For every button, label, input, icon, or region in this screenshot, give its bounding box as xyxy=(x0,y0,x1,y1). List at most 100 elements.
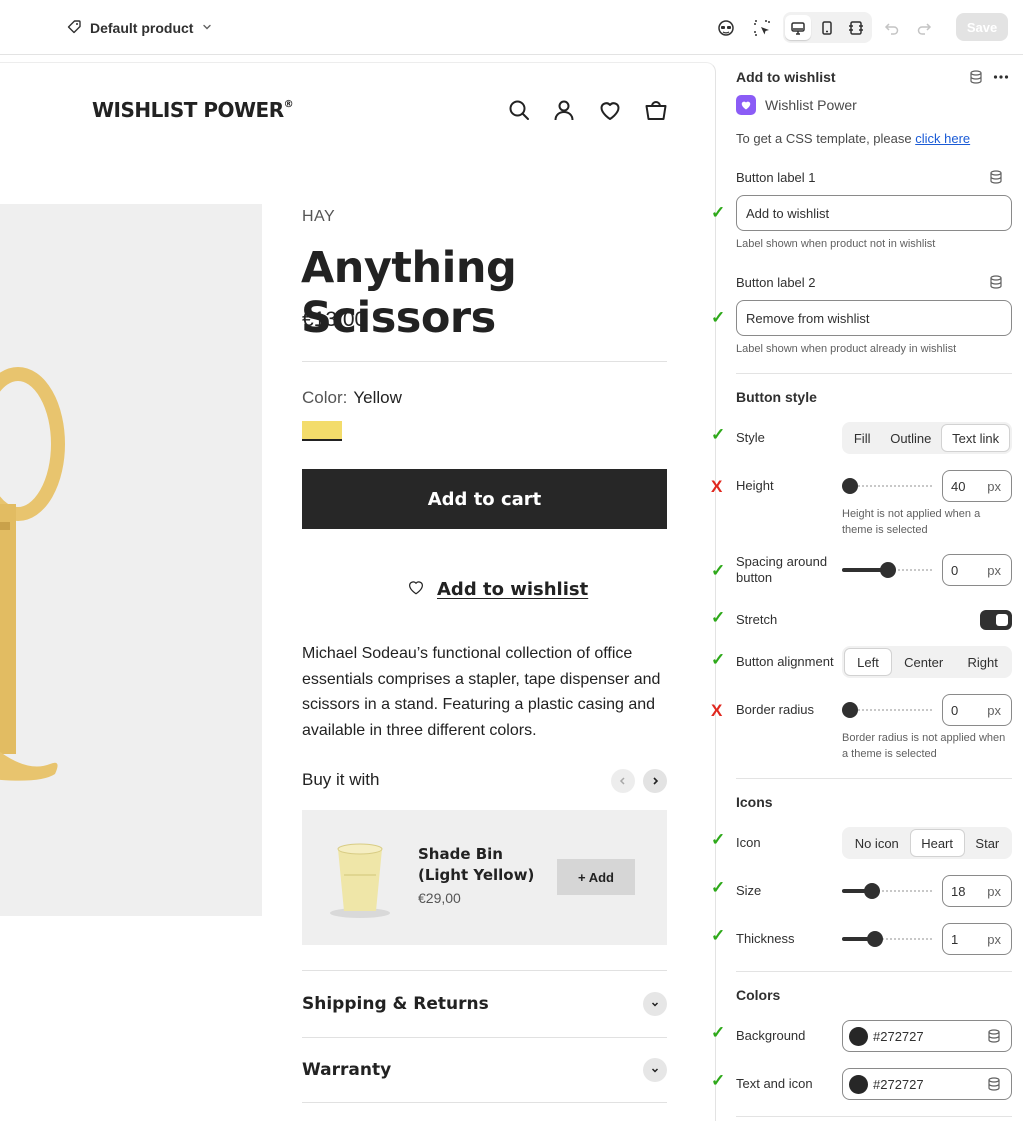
color-swatch[interactable] xyxy=(849,1075,868,1094)
button-label-2-help: Label shown when product already in wish… xyxy=(736,343,957,355)
icon-size-input[interactable]: 18 px xyxy=(942,875,1012,907)
icon-thickness-input[interactable]: 1 px xyxy=(942,923,1012,955)
icon-option-heart[interactable]: Heart xyxy=(909,829,965,857)
spacing-value: 0 xyxy=(951,563,959,578)
border-radius-slider[interactable] xyxy=(842,702,934,718)
slider-handle[interactable] xyxy=(842,702,858,718)
slider-handle[interactable] xyxy=(867,931,883,947)
desktop-icon[interactable] xyxy=(785,15,811,40)
carousel-next-button[interactable] xyxy=(643,769,667,793)
invalid-x-mark: X xyxy=(711,701,723,720)
stretch-label: Stretch xyxy=(736,612,778,627)
chevron-down-icon xyxy=(643,991,667,1016)
recommended-product-image[interactable] xyxy=(318,835,396,920)
button-label-1-input[interactable]: Add to wishlist xyxy=(736,195,1012,231)
button-label-1-help: Label shown when product not in wishlist xyxy=(736,238,936,250)
click-here-link[interactable]: click here xyxy=(915,131,970,146)
product-description: Michael Sodeau’s functional collection o… xyxy=(302,645,661,739)
alignment-option-right[interactable]: Right xyxy=(955,648,1010,676)
color-option-value: Yellow xyxy=(353,388,402,407)
border-radius-input[interactable]: 0 px xyxy=(942,694,1012,726)
add-to-wishlist-button[interactable]: Add to wishlist xyxy=(407,578,588,601)
database-icon[interactable] xyxy=(969,70,983,84)
add-to-cart-button[interactable]: Add to cart xyxy=(302,469,667,529)
inspector-icon[interactable] xyxy=(713,15,739,41)
css-template-note: To get a CSS template, please click here xyxy=(736,131,970,146)
select-element-icon[interactable] xyxy=(749,15,775,41)
spacing-slider[interactable] xyxy=(842,562,934,578)
icon-size-slider[interactable] xyxy=(842,883,934,899)
style-option-text-link[interactable]: Text link xyxy=(941,424,1010,452)
recommended-product-card: Shade Bin (Light Yellow) €29,00 + Add xyxy=(302,810,667,945)
spacing-label: Spacing around button xyxy=(736,554,828,585)
icon-thickness-slider[interactable] xyxy=(842,931,934,947)
accordion-shipping[interactable]: Shipping & Returns xyxy=(302,970,667,1036)
store-logo[interactable]: WISHLIST POWER® xyxy=(92,98,294,122)
valid-check-mark: ✓ xyxy=(711,1071,726,1090)
account-icon[interactable] xyxy=(552,98,576,122)
undo-icon[interactable] xyxy=(879,15,905,41)
search-icon[interactable] xyxy=(507,98,531,122)
buy-it-with-heading: Buy it with xyxy=(302,770,380,789)
colors-heading: Colors xyxy=(736,987,781,1003)
fullwidth-icon[interactable] xyxy=(843,15,869,40)
product-image[interactable] xyxy=(0,204,262,916)
height-label: Height xyxy=(736,478,774,493)
cart-icon[interactable] xyxy=(644,98,668,122)
text-icon-color-input[interactable]: #272727 xyxy=(842,1068,1012,1100)
slider-handle[interactable] xyxy=(880,562,896,578)
border-radius-label: Border radius xyxy=(736,702,815,717)
more-options-icon[interactable] xyxy=(993,70,1009,84)
color-swatch-yellow[interactable] xyxy=(302,421,342,441)
stretch-toggle[interactable] xyxy=(980,610,1012,630)
section-divider xyxy=(736,1116,1012,1117)
product-selector[interactable]: Default product xyxy=(66,17,213,39)
background-color-value: #272727 xyxy=(873,1029,924,1044)
valid-check-mark: ✓ xyxy=(711,608,726,627)
slider-handle[interactable] xyxy=(864,883,880,899)
style-segmented-control: Fill Outline Text link xyxy=(842,422,1012,454)
size-label: Size xyxy=(736,883,762,898)
carousel-prev-button[interactable] xyxy=(611,769,635,793)
valid-check-mark: ✓ xyxy=(711,926,726,945)
app-attribution: Wishlist Power xyxy=(736,95,857,115)
icon-option-no-icon[interactable]: No icon xyxy=(844,829,910,857)
spacing-input[interactable]: 0 px xyxy=(942,554,1012,586)
database-icon[interactable] xyxy=(987,1077,1001,1094)
border-radius-value: 0 xyxy=(951,703,959,718)
button-label-2-input[interactable]: Remove from wishlist xyxy=(736,300,1012,336)
store-logo-text: WISHLIST POWER xyxy=(92,98,284,122)
app-name: Wishlist Power xyxy=(765,97,857,113)
border-radius-unit: px xyxy=(987,703,1001,718)
add-to-wishlist-label: Add to wishlist xyxy=(437,579,589,600)
scissors-illustration xyxy=(0,367,65,781)
alignment-option-left[interactable]: Left xyxy=(844,648,892,676)
valid-check-mark: ✓ xyxy=(711,561,726,580)
save-button[interactable]: Save xyxy=(956,13,1008,41)
height-slider[interactable] xyxy=(842,478,934,494)
product-vendor: HAY xyxy=(302,208,336,225)
css-template-text: To get a CSS template, please xyxy=(736,131,916,146)
database-icon[interactable] xyxy=(989,275,1003,289)
background-color-input[interactable]: #272727 xyxy=(842,1020,1012,1052)
database-icon[interactable] xyxy=(989,170,1003,184)
icon-segmented-control: No icon Heart Star xyxy=(842,827,1012,859)
style-option-fill[interactable]: Fill xyxy=(844,424,880,452)
color-swatch[interactable] xyxy=(849,1027,868,1046)
recommended-product-name[interactable]: Shade Bin (Light Yellow) xyxy=(418,844,548,886)
wishlist-heart-icon[interactable] xyxy=(598,98,622,122)
icon-option-star[interactable]: Star xyxy=(965,829,1010,857)
alignment-option-center[interactable]: Center xyxy=(892,648,955,676)
mobile-icon[interactable] xyxy=(814,15,840,40)
chevron-down-icon xyxy=(201,20,213,36)
add-recommended-button[interactable]: + Add xyxy=(557,859,635,895)
accordion-warranty[interactable]: Warranty xyxy=(302,1037,667,1103)
color-option-label: Color: xyxy=(302,388,348,407)
height-input[interactable]: 40 px xyxy=(942,470,1012,502)
style-option-outline[interactable]: Outline xyxy=(880,424,941,452)
wishlist-power-app-icon xyxy=(736,95,756,115)
redo-icon[interactable] xyxy=(911,15,937,41)
database-icon[interactable] xyxy=(987,1029,1001,1046)
style-label: Style xyxy=(736,430,765,445)
slider-handle[interactable] xyxy=(842,478,858,494)
